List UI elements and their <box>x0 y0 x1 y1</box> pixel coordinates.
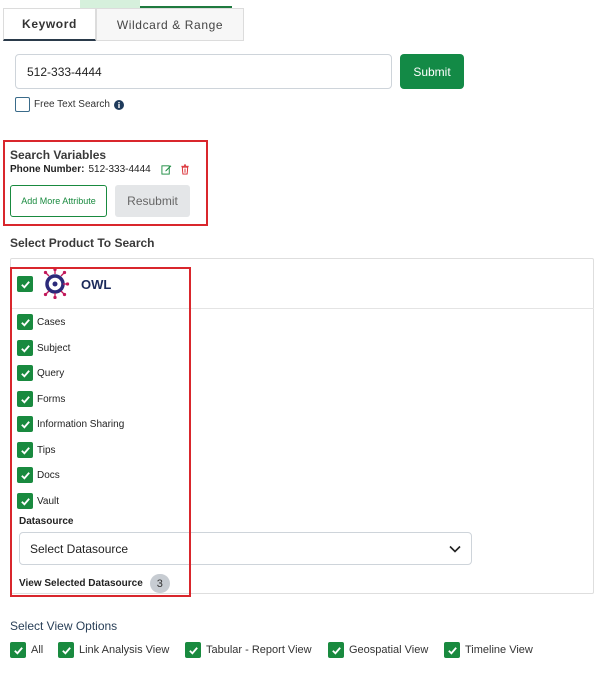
info-icon <box>113 99 124 110</box>
view-option-tabular-report[interactable]: Tabular - Report View <box>185 642 312 658</box>
free-text-search-row: Free Text Search <box>15 97 124 112</box>
checkbox-geospatial[interactable] <box>328 642 344 658</box>
view-option-label: Tabular - Report View <box>206 644 312 656</box>
edit-icon[interactable] <box>161 164 172 175</box>
tab-wildcard-range[interactable]: Wildcard & Range <box>96 8 244 41</box>
view-option-label: Geospatial View <box>349 644 429 656</box>
phone-number-label: Phone Number: <box>10 164 85 175</box>
search-variables-title: Search Variables <box>10 148 107 162</box>
chevron-down-icon <box>449 545 461 553</box>
view-option-link-analysis[interactable]: Link Analysis View <box>58 642 169 658</box>
checkbox-all[interactable] <box>10 642 26 658</box>
checkbox-link-analysis[interactable] <box>58 642 74 658</box>
view-option-label: Timeline View <box>465 644 533 656</box>
resubmit-button[interactable]: Resubmit <box>115 185 190 217</box>
view-option-all[interactable]: All <box>10 642 43 658</box>
view-option-timeline[interactable]: Timeline View <box>444 642 533 658</box>
product-highlight <box>10 267 191 597</box>
view-option-geospatial[interactable]: Geospatial View <box>328 642 428 658</box>
add-more-attribute-button[interactable]: Add More Attribute <box>10 185 107 217</box>
checkbox-timeline[interactable] <box>444 642 460 658</box>
free-text-label: Free Text Search <box>34 99 110 110</box>
select-product-title: Select Product To Search <box>10 236 155 250</box>
free-text-checkbox[interactable] <box>15 97 30 112</box>
search-input[interactable] <box>15 54 392 89</box>
top-accent-light <box>80 0 140 8</box>
phone-number-value: 512-333-4444 <box>88 164 151 175</box>
view-option-label: All <box>31 644 44 656</box>
checkbox-tabular-report[interactable] <box>185 642 201 658</box>
view-option-label: Link Analysis View <box>79 644 170 656</box>
delete-icon[interactable] <box>180 164 190 175</box>
view-options-title: Select View Options <box>10 619 118 633</box>
phone-number-variable: Phone Number: 512-333-4444 <box>10 164 190 175</box>
tab-keyword[interactable]: Keyword <box>3 8 96 41</box>
submit-button[interactable]: Submit <box>400 54 464 89</box>
